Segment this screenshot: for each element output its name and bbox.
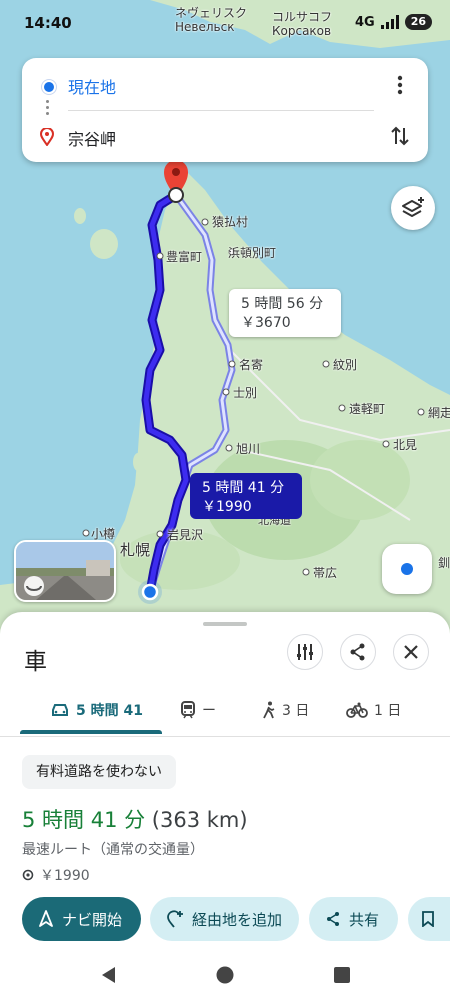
- battery-indicator: 26: [404, 14, 432, 30]
- start-navigation-label: ナビ開始: [62, 910, 123, 929]
- selected-route-time: 5 時間 41 分: [202, 480, 285, 496]
- tab-bike-label: 1 日: [374, 703, 402, 719]
- route-duration: 5 時間 41 分: [22, 808, 146, 832]
- map-label: 猿払村: [212, 215, 249, 229]
- route-description: 最速ルート（通常の交通量）: [22, 842, 204, 858]
- active-tab-indicator: [20, 730, 162, 734]
- current-location-icon: [138, 580, 162, 604]
- street-view-thumbnail[interactable]: [14, 540, 116, 602]
- map-label: 紋別: [333, 358, 358, 372]
- avoid-tolls-chip[interactable]: 有料道路を使わない: [22, 755, 176, 789]
- layers-icon: [402, 197, 424, 217]
- tab-walk-label: 3 日: [282, 703, 310, 719]
- travel-mode-tabs: 5 時間 41 ー 3 日 1 日: [0, 686, 450, 737]
- car-icon: [52, 704, 68, 716]
- add-location-icon: [167, 910, 183, 928]
- status-time: 14:40: [24, 14, 72, 32]
- map-label: 岩見沢: [167, 528, 204, 542]
- network-indicator: 4G: [354, 14, 375, 30]
- add-stop-label: 経由地を追加: [192, 910, 283, 929]
- selected-route-cost: ￥1990: [202, 499, 252, 515]
- my-location-icon: [401, 563, 413, 575]
- map-label: 北見: [393, 438, 418, 452]
- home-icon[interactable]: [216, 966, 234, 984]
- recents-icon[interactable]: [334, 967, 350, 983]
- more-vert-icon: [397, 75, 403, 95]
- map-label: 網走: [428, 406, 450, 420]
- toll-cost: ￥1990: [40, 868, 90, 884]
- tab-bike[interactable]: 1 日: [346, 686, 401, 734]
- directions-search-card: 現在地 宗谷岬: [22, 58, 428, 162]
- signal-icon: [380, 15, 399, 29]
- toll-info: ￥1990: [22, 865, 90, 885]
- sheet-title: 車: [24, 649, 47, 675]
- bookmark-icon: [422, 911, 434, 927]
- close-icon: [404, 645, 418, 659]
- tune-icon: [297, 644, 313, 660]
- connector-dots: [46, 98, 50, 118]
- share-icon: [327, 912, 339, 926]
- map-label: 名寄: [239, 358, 264, 372]
- start-navigation-button[interactable]: ナビ開始: [22, 897, 141, 941]
- tab-car-label: 5 時間 41: [76, 703, 143, 719]
- alternate-route-time: 5 時間 56 分: [241, 296, 324, 312]
- navigation-icon: [39, 910, 53, 927]
- swap-button[interactable]: [386, 122, 414, 150]
- destination-field[interactable]: 宗谷岬: [68, 126, 116, 150]
- directions-sheet: 車 5 時間 41 ー 3 日 1 日 有料道路を使わない 5 時間 41 分 …: [0, 612, 450, 1000]
- share-route-button[interactable]: [340, 634, 376, 670]
- map-label: 帯広: [313, 566, 338, 580]
- map-label: 士別: [233, 386, 258, 400]
- system-nav-bar: [0, 950, 450, 1000]
- add-stop-button[interactable]: 経由地を追加: [150, 897, 299, 941]
- share-label: 共有: [349, 910, 380, 929]
- map-label: 小樽: [91, 527, 116, 541]
- share-icon: [350, 643, 365, 661]
- options-button[interactable]: [287, 634, 323, 670]
- tab-transit[interactable]: ー: [180, 686, 216, 734]
- sheet-drag-handle[interactable]: [203, 622, 247, 626]
- map-label: 浜頓別町: [228, 246, 277, 260]
- route-distance: (363 km): [151, 808, 248, 832]
- status-bar: 14:40 4G 26: [0, 0, 450, 46]
- layers-button[interactable]: [391, 186, 435, 230]
- selected-route-bubble[interactable]: 5 時間 41 分 ￥1990: [190, 473, 302, 519]
- tab-walk[interactable]: 3 日: [262, 686, 309, 734]
- alternate-route-cost: ￥3670: [241, 315, 291, 331]
- divider: [68, 110, 374, 111]
- alternate-route-bubble[interactable]: 5 時間 56 分 ￥3670: [229, 289, 341, 337]
- share-button[interactable]: 共有: [309, 897, 398, 941]
- my-location-button[interactable]: [382, 544, 432, 594]
- origin-dot-icon: [42, 80, 56, 94]
- more-options-button[interactable]: [388, 72, 412, 98]
- save-button[interactable]: [408, 897, 450, 941]
- map-label: 遠軽町: [349, 402, 386, 416]
- route-summary: 5 時間 41 分 (363 km): [22, 804, 248, 834]
- back-icon[interactable]: [100, 966, 118, 984]
- train-icon: [181, 701, 195, 719]
- toll-icon: [22, 869, 34, 881]
- swap-icon: [391, 126, 409, 146]
- tab-transit-label: ー: [202, 703, 216, 719]
- origin-field[interactable]: 現在地: [68, 74, 116, 98]
- bike-icon: [346, 702, 368, 718]
- map-label: 札幌: [120, 541, 151, 559]
- close-button[interactable]: [393, 634, 429, 670]
- destination-pin-icon: [40, 128, 54, 146]
- map-label: 釧: [438, 556, 450, 570]
- map-label: 豊富町: [166, 250, 203, 264]
- map-label: 旭川: [236, 442, 261, 456]
- walk-icon: [263, 701, 275, 719]
- tab-car[interactable]: 5 時間 41: [50, 686, 143, 734]
